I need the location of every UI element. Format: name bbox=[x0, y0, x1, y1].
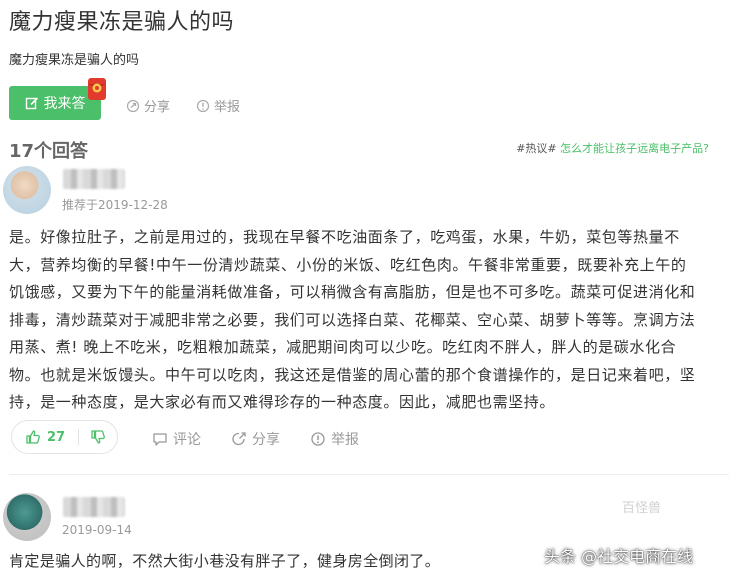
answer-line: 饥饿感，又要为下午的能量消耗做准备，可以稍微含有高脂肪，但是也不可多吃。蔬菜可促… bbox=[9, 283, 696, 301]
hot-topic-link[interactable]: #热议# 怎么才能让孩子远离电子产品? bbox=[516, 140, 709, 156]
answer-body: 是。好像拉肚子，之前是用过的，我现在早餐不吃油面条了，吃鸡蛋，水果，牛奶，菜包等… bbox=[9, 224, 719, 417]
edit-icon bbox=[25, 96, 39, 110]
answer-line: 物。也就是米饭馒头。中午可以吃肉，我这还是借鉴的周心蕾的那个食谱操作的，是日记来… bbox=[9, 365, 696, 384]
hot-topic-text: 怎么才能让孩子远离电子产品? bbox=[560, 142, 709, 155]
upvote-count: 27 bbox=[47, 429, 66, 445]
answer-body: 肯定是骗人的啊，不然大街小巷没有胖子了，健身房全倒闭了。 bbox=[9, 552, 441, 570]
report-label: 举报 bbox=[214, 100, 241, 115]
answer-line: 用蒸、煮! 晚上不吃米，吃粗粮加蔬菜，减肥期间肉可以少吃。吃红肉不胖人，胖人的是… bbox=[9, 338, 677, 356]
report-answer-button[interactable]: 举报 bbox=[310, 429, 359, 449]
username-blurred[interactable] bbox=[63, 497, 125, 517]
answer-divider bbox=[9, 474, 729, 475]
answer-line: 排毒，清炒蔬菜对于减肥非常之必要，我们可以选择白菜、花椰菜、空心菜、胡萝卜等等。… bbox=[9, 310, 696, 329]
thumbs-up-icon bbox=[26, 430, 40, 444]
share-answer-button[interactable]: 分享 bbox=[231, 429, 280, 449]
comment-label: 评论 bbox=[173, 432, 201, 448]
avatar[interactable] bbox=[3, 166, 51, 214]
share-label: 分享 bbox=[252, 432, 280, 448]
red-envelope-icon[interactable] bbox=[86, 76, 108, 102]
answer-date: 推荐于2019-12-28 bbox=[62, 198, 168, 212]
avatar[interactable] bbox=[3, 493, 51, 541]
question-title: 魔力瘦果冻是骗人的吗 bbox=[9, 10, 235, 35]
hot-topic-tag: #热议# bbox=[516, 142, 557, 155]
question-description: 魔力瘦果冻是骗人的吗 bbox=[9, 53, 140, 68]
watermark-faint: 百怪兽 bbox=[622, 501, 662, 516]
report-question-button[interactable]: 举报 bbox=[196, 96, 240, 115]
answer-date: 2019-09-14 bbox=[62, 523, 132, 537]
comment-button[interactable]: 评论 bbox=[152, 429, 201, 449]
username-blurred[interactable] bbox=[63, 169, 125, 189]
report-icon bbox=[311, 432, 325, 446]
comment-icon bbox=[153, 433, 167, 446]
report-label: 举报 bbox=[331, 432, 359, 448]
thumbs-down-icon bbox=[91, 430, 105, 444]
upvote-button[interactable]: 27 bbox=[12, 429, 78, 445]
share-icon bbox=[126, 99, 140, 112]
share-question-button[interactable]: 分享 bbox=[126, 96, 170, 115]
answer-line: 大，营养均衡的早餐!中午一份清炒蔬菜、小份的米饭、吃红色肉。午餐非常重要，既要补… bbox=[9, 255, 687, 274]
answers-count: 17个回答 bbox=[9, 141, 89, 162]
watermark: 头条 @社交电商在线 bbox=[544, 547, 694, 566]
share-label: 分享 bbox=[144, 100, 171, 115]
answer-line: 持，是一种态度，是大家必有而又难得珍存的一种态度。因此，减肥也需坚持。 bbox=[9, 393, 556, 411]
downvote-button[interactable] bbox=[79, 429, 117, 445]
vote-box: 27 bbox=[11, 420, 118, 454]
share-icon bbox=[232, 432, 246, 446]
report-icon bbox=[196, 99, 210, 112]
answer-line: 是。好像拉肚子，之前是用过的，我现在早餐不吃油面条了，吃鸡蛋，水果，牛奶，菜包等… bbox=[9, 228, 680, 246]
answer-button-label: 我来答 bbox=[43, 96, 86, 112]
